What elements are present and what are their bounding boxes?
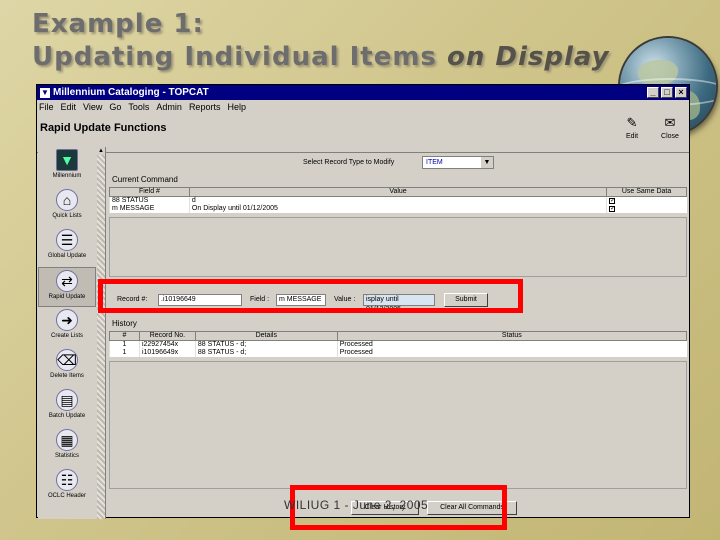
menu-reports[interactable]: Reports	[189, 102, 221, 112]
checkbox[interactable]: ✓	[609, 206, 615, 212]
close-folder-icon: ✉	[664, 115, 676, 130]
edit-tool-label: Edit	[625, 133, 639, 140]
main-content: Select Record Type to Modify ITEM ▼ Curr…	[109, 147, 689, 519]
column-header[interactable]: #	[109, 331, 140, 341]
table-row[interactable]: 88 STATUS d ✓	[109, 196, 687, 205]
function-title: Rapid Update Functions	[40, 122, 167, 134]
minimize-button[interactable]: _	[647, 87, 659, 98]
quick-lists-icon: ⌂	[56, 189, 78, 211]
app-icon: ▼	[40, 87, 50, 98]
column-header[interactable]: Record No.	[138, 331, 196, 341]
table-row[interactable]: 1 i10196649x 88 STATUS - d; Processed	[109, 349, 687, 357]
sidebar-item-statistics[interactable]: ▦ Statistics	[38, 427, 96, 467]
edit-tool[interactable]: ✎ Edit	[619, 115, 645, 140]
oclc-header-icon: ☷	[56, 469, 78, 491]
sidebar-item-oclc-header[interactable]: ☷ OCLC Header	[38, 467, 96, 507]
command-area	[109, 217, 687, 277]
table-row[interactable]: m MESSAGE On Display until 01/12/2005 ✓	[109, 205, 687, 213]
window-title: Millennium Cataloging - TOPCAT	[53, 87, 209, 98]
history-table: # Record No. Details Status 1 i22927454x…	[109, 331, 688, 357]
slide-title-line1: Example 1:	[32, 9, 204, 39]
menu-edit[interactable]: Edit	[61, 102, 77, 112]
menu-tools[interactable]: Tools	[128, 102, 149, 112]
sidebar-item-batch-update[interactable]: ▤ Batch Update	[38, 387, 96, 427]
sidebar-item-create-lists[interactable]: ➜ Create Lists	[38, 307, 96, 347]
menu-admin[interactable]: Admin	[156, 102, 182, 112]
slide-title: Example 1: Updating Individual Items on …	[32, 8, 610, 74]
column-header[interactable]: Details	[194, 331, 338, 341]
edit-icon: ✎	[626, 115, 638, 130]
close-button[interactable]: ×	[675, 87, 687, 98]
maximize-button[interactable]: □	[661, 87, 673, 98]
history-label: History	[112, 319, 137, 328]
column-header[interactable]: Use Same Data	[606, 187, 687, 197]
menu-go[interactable]: Go	[109, 102, 121, 112]
sidebar-item-global-update[interactable]: ☰ Global Update	[38, 227, 96, 267]
slide-footer: WILIUG 1 - June 2, 2005	[284, 498, 429, 512]
rapid-update-icon: ⇄	[56, 270, 78, 292]
create-lists-icon: ➜	[56, 309, 78, 331]
sidebar-item-millennium[interactable]: ▼ Millennium	[38, 147, 96, 187]
sidebar-item-quick-lists[interactable]: ⌂ Quick Lists	[38, 187, 96, 227]
record-type-select[interactable]: ITEM ▼	[422, 156, 494, 169]
current-command-table: Field # Value Use Same Data 88 STATUS d …	[109, 187, 687, 213]
global-update-icon: ☰	[56, 229, 78, 251]
menu-help[interactable]: Help	[227, 102, 246, 112]
close-tool-label: Close	[661, 133, 679, 140]
sidebar-scrollbar[interactable]: ▲	[97, 147, 105, 519]
chevron-down-icon: ▼	[481, 157, 493, 168]
millennium-logo-icon: ▼	[56, 149, 78, 171]
menu-file[interactable]: File	[39, 102, 54, 112]
history-area	[109, 361, 687, 489]
column-header[interactable]: Field #	[109, 187, 190, 197]
delete-items-icon: ⌫	[56, 349, 78, 371]
column-header[interactable]: Status	[336, 331, 688, 341]
highlight-box-update	[98, 279, 523, 313]
statistics-icon: ▦	[56, 429, 78, 451]
checkbox[interactable]: ✓	[609, 198, 615, 204]
menu-view[interactable]: View	[83, 102, 102, 112]
window-titlebar: ▼ Millennium Cataloging - TOPCAT _ □ ×	[37, 85, 689, 100]
slide-title-line2: Updating Individual Items on Display	[32, 42, 610, 72]
column-header[interactable]: Value	[188, 187, 608, 197]
current-command-label: Current Command	[112, 175, 178, 184]
menubar: File Edit View Go Tools Admin Reports He…	[37, 100, 689, 113]
table-row[interactable]: 1 i22927454x 88 STATUS - d; Processed	[109, 340, 687, 349]
sidebar-item-delete-items[interactable]: ⌫ Delete Items	[38, 347, 96, 387]
batch-update-icon: ▤	[56, 389, 78, 411]
record-type-label: Select Record Type to Modify	[303, 159, 395, 166]
sidebar: ▲ ▼ Millennium ⌂ Quick Lists ☰ Global Up…	[38, 147, 106, 519]
close-tool[interactable]: ✉ Close	[657, 115, 683, 140]
sidebar-item-rapid-update[interactable]: ⇄ Rapid Update	[38, 267, 96, 307]
